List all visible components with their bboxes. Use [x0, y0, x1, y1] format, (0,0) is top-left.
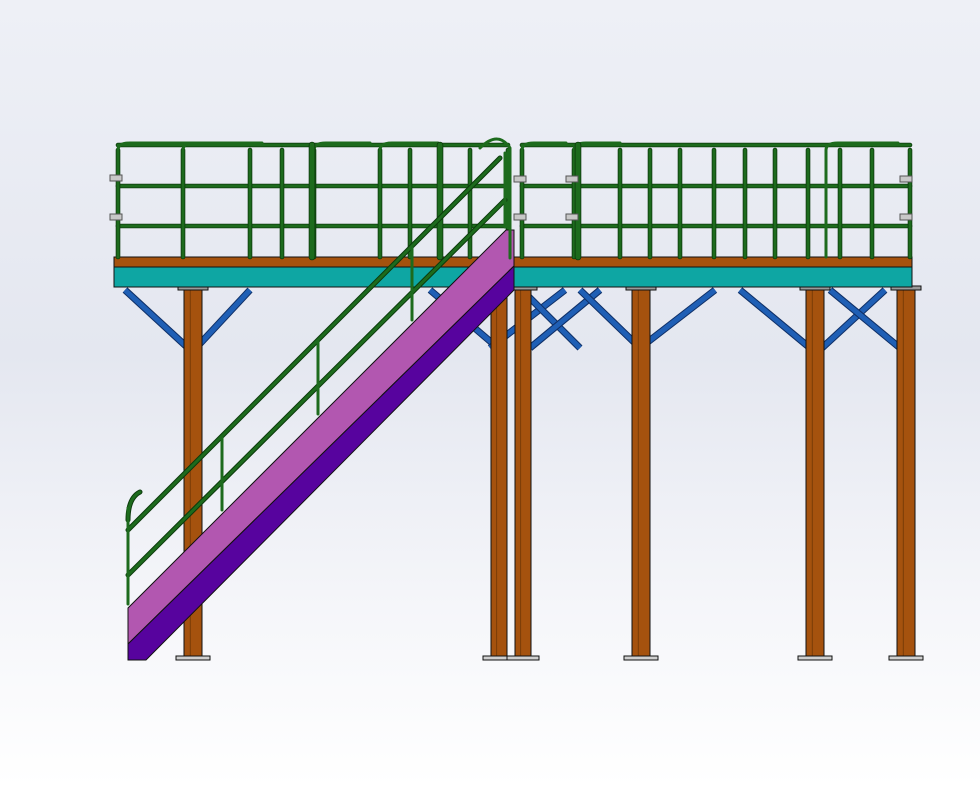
rail-loop	[116, 141, 202, 259]
brace-member	[578, 288, 642, 350]
deck-beam-right	[513, 266, 913, 288]
base-plate	[797, 655, 833, 661]
base-plate	[888, 655, 924, 661]
rail-bolt	[109, 213, 123, 221]
column	[631, 287, 651, 659]
rail-bolt	[565, 213, 579, 221]
base-plate	[506, 655, 540, 661]
brace-member	[828, 288, 902, 350]
rail-bolt	[899, 213, 913, 221]
column	[805, 287, 825, 659]
rail-loop	[520, 141, 568, 259]
column	[514, 287, 532, 659]
rail-bolt	[899, 175, 913, 183]
base-plate	[175, 655, 211, 661]
rail-bolt	[109, 174, 123, 182]
rail-loop	[824, 141, 900, 259]
brace-member	[820, 288, 887, 350]
rail-bolt	[513, 175, 527, 183]
brace-member	[738, 288, 812, 350]
column	[896, 287, 916, 659]
rail-bolt	[513, 213, 527, 221]
brace-member	[194, 288, 252, 350]
brace-member	[123, 288, 190, 350]
rail-loop	[312, 141, 372, 259]
cad-viewport[interactable]	[0, 0, 980, 786]
cross-braces	[122, 287, 903, 351]
brace-member	[638, 288, 717, 350]
rail-bolt	[565, 175, 579, 183]
platform-model-drawing	[109, 137, 924, 661]
base-plate	[623, 655, 659, 661]
column	[490, 287, 508, 659]
